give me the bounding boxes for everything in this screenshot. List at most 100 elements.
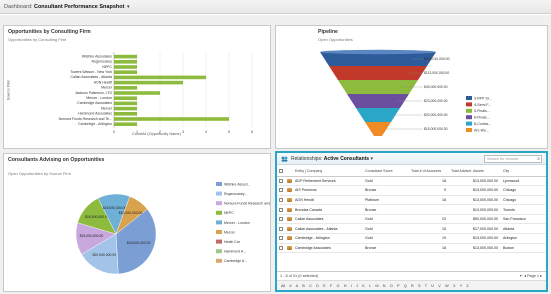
legend-swatch (216, 210, 222, 215)
row-checkbox[interactable] (277, 214, 285, 225)
alphabet-filter-link[interactable]: F (330, 284, 332, 288)
table-row[interactable]: AON Hewitt Platinum 18 $13,000,000.00 Chicag… (277, 195, 546, 206)
table-cell: Chicago (501, 185, 546, 196)
table-row[interactable]: ADP Retirement Services Gold 18 $13,000,000… (277, 176, 546, 187)
table-cell[interactable]: Cambridge - Arlington (293, 233, 363, 244)
bar[interactable] (114, 106, 137, 111)
bar[interactable] (114, 75, 206, 80)
row-checkbox[interactable] (277, 195, 285, 206)
table-row[interactable]: Callan Associates - Atlanta Gold 15 $17,000… (277, 223, 546, 235)
table-row[interactable]: Cambridge Associates Bronze 18 $13,000,000.… (277, 243, 546, 254)
alphabet-filter-link[interactable]: N (383, 284, 386, 288)
table-cell[interactable]: AIS Pensions (293, 185, 363, 196)
row-checkbox[interactable] (277, 243, 285, 254)
segment-value-label: $15,000,000.00 (424, 127, 448, 131)
alphabet-filter-link[interactable]: H (344, 284, 347, 288)
column-header[interactable]: Entity | Company (293, 167, 363, 177)
row-checkbox[interactable] (277, 223, 285, 235)
alphabet-filter-link[interactable]: T (425, 284, 427, 288)
table-cell: Bronze (363, 243, 409, 254)
table-row[interactable]: Brendas Canada Bronze $13,000,000.00 Toront… (277, 204, 546, 215)
row-checkbox[interactable] (277, 204, 285, 215)
dashboard-selector[interactable]: Consultant Performance Snapshot (34, 4, 124, 10)
bar[interactable] (114, 70, 137, 74)
legend-swatch (216, 201, 222, 206)
table-cell (409, 204, 449, 215)
table-row[interactable]: Callan Associates Gold 23 $50,000,000.00 San… (277, 214, 546, 225)
legend-label: Hammond A... (224, 250, 246, 254)
alphabet-filter-link[interactable]: Q (404, 284, 407, 288)
alphabet-filter-link[interactable]: X (453, 284, 456, 288)
alphabet-filter-link[interactable]: # (290, 284, 292, 288)
segment-value-label: $23,000,000.00 (424, 99, 448, 103)
table-cell[interactable]: AON Hewitt (293, 195, 363, 206)
alphabet-filter-link[interactable]: A (296, 284, 298, 288)
bar[interactable] (114, 54, 137, 59)
alphabet-filter-link[interactable]: M (375, 284, 378, 288)
table-cell[interactable]: Callan Associates (293, 214, 363, 225)
table-cell: Gold (363, 214, 409, 225)
alphabet-filter-link[interactable]: B (302, 284, 305, 288)
legend-swatch (466, 108, 472, 113)
alphabet-filter-link[interactable]: All (281, 284, 285, 288)
search-icon[interactable]: ⌕ (537, 156, 540, 163)
alphabet-filter-link[interactable]: C (309, 284, 312, 288)
relationships-grid-panel: Relationships: Active Consultants ▾ Sear… (275, 151, 548, 292)
alphabet-filter-link[interactable]: K (362, 284, 365, 288)
y-tick-label: Towers Watson - New York (70, 70, 112, 74)
row-checkbox[interactable] (277, 176, 285, 187)
alphabet-filter-link[interactable]: U (431, 284, 434, 288)
table-cell: 18 (409, 243, 449, 254)
pipeline-funnel-chart[interactable]: $243,010,000.00 $113,000,000.00 $40,000,00… (276, 26, 548, 149)
bar[interactable] (114, 80, 183, 85)
bar[interactable] (114, 117, 229, 121)
table-cell[interactable]: Brendas Canada (293, 204, 363, 215)
alphabet-filter-link[interactable]: O (390, 284, 393, 288)
bar[interactable] (114, 86, 137, 90)
bar[interactable] (114, 112, 137, 116)
search-input[interactable]: Search for records ⌕ (484, 155, 542, 163)
select-all-checkbox[interactable] (277, 167, 285, 177)
column-header[interactable]: City (501, 167, 546, 177)
row-checkbox[interactable] (277, 233, 285, 244)
grid-footer: 1 - 8 of 31 (0 selected) ⇤ ◂ Page 1 ▸ (277, 271, 546, 280)
table-row[interactable]: Cambridge - Arlington Gold 19 $13,000,000.0… (277, 233, 546, 244)
bar[interactable] (114, 60, 137, 64)
row-checkbox[interactable] (277, 185, 285, 196)
y-tick-label: Cambridge - Arlington (78, 122, 112, 126)
record-icon (285, 243, 293, 254)
grid-view-selector[interactable]: Relationships: Active Consultants ▾ (291, 153, 373, 165)
segment-value-label: $40,000,000.00 (424, 85, 448, 89)
bar[interactable] (114, 91, 160, 95)
consultants-pie-chart[interactable]: $40,000,000.00 $20,000,000.00 $15,000,000.… (4, 154, 271, 292)
alphabet-filter-link[interactable]: Z (466, 284, 468, 288)
table-cell[interactable]: Cambridge Associates (293, 243, 363, 254)
chevron-down-icon[interactable]: ▾ (370, 156, 373, 162)
alphabet-filter-bar: All # A B C D E F G H I J K L M N O P Q … (277, 280, 546, 290)
table-cell[interactable]: Callan Associates - Atlanta (293, 223, 363, 235)
alphabet-filter-link[interactable]: G (337, 284, 340, 288)
table-row[interactable]: AIS Pensions Bronze 9 $13,000,000.00 Chicago (277, 185, 546, 196)
alphabet-filter-link[interactable]: Y (460, 284, 462, 288)
alphabet-filter-link[interactable]: V (438, 284, 441, 288)
dashboard-canvas: Opportunities by Consulting Firm Opportu… (0, 15, 551, 294)
alphabet-filter-link[interactable]: D (316, 284, 319, 288)
alphabet-filter-link[interactable]: W (445, 284, 449, 288)
chevron-down-icon[interactable]: ▾ (127, 4, 130, 10)
bar[interactable] (114, 96, 137, 100)
alphabet-filter-link[interactable]: L (369, 284, 371, 288)
bar[interactable] (114, 101, 137, 106)
column-header[interactable]: Total Advisnt. Assets (449, 167, 501, 177)
alphabet-filter-link[interactable]: P (397, 284, 399, 288)
bar[interactable] (114, 65, 137, 69)
alphabet-filter-link[interactable]: S (418, 284, 421, 288)
table-cell[interactable]: ADP Retirement Services (293, 176, 363, 187)
y-tick-label: Cambridge Associates (77, 101, 112, 105)
alphabet-filter-link[interactable]: E (323, 284, 326, 288)
column-header[interactable]: Consultant Score (363, 167, 409, 177)
alphabet-filter-link[interactable]: J (356, 284, 358, 288)
bar[interactable] (114, 122, 137, 126)
column-header[interactable]: Total # of Accounts (409, 167, 449, 177)
alphabet-filter-link[interactable]: R (411, 284, 414, 288)
alphabet-filter-link[interactable]: I (351, 284, 352, 288)
